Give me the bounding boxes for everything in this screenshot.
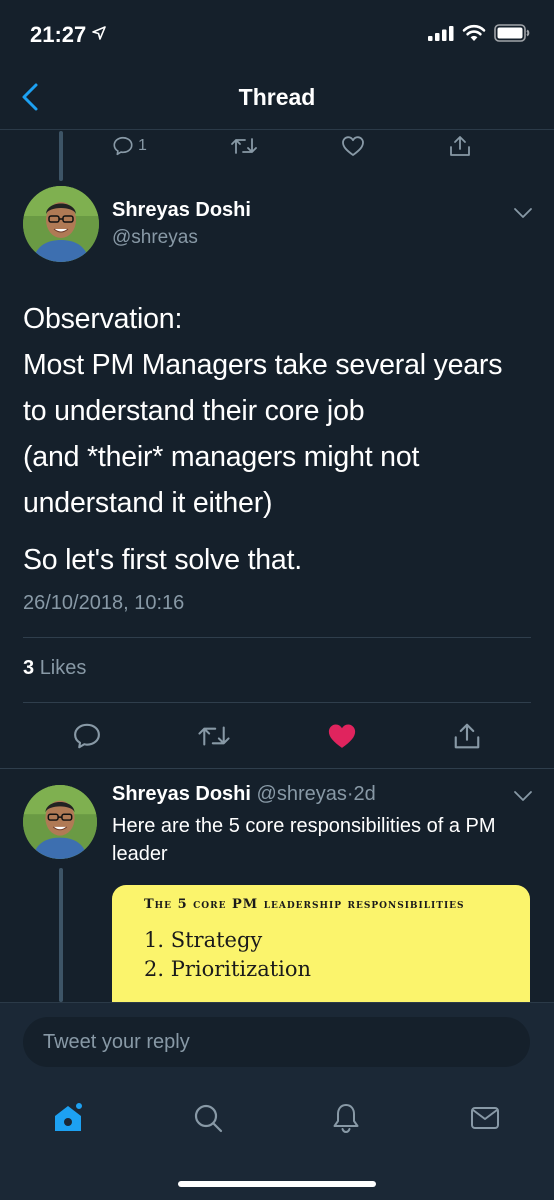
reply-author-name: Shreyas Doshi (112, 783, 251, 805)
previous-tweet-actions: 1 (112, 131, 472, 161)
reply-icon (113, 136, 133, 156)
reply-button[interactable] (72, 721, 102, 751)
messages-icon (471, 1107, 499, 1129)
likes-count[interactable]: 3 Likes (23, 657, 86, 680)
thread-connector-line (59, 868, 63, 1002)
like-button[interactable] (341, 135, 365, 157)
reply-button[interactable]: 1 (112, 135, 147, 157)
thread-connector-line (59, 131, 63, 181)
reply-count: 1 (138, 137, 147, 154)
author-handle[interactable]: @shreyas (112, 227, 198, 249)
media-title: The 5 core PM leadership responsibilitie… (144, 897, 465, 912)
reply-composer (0, 1002, 554, 1080)
tab-messages[interactable] (467, 1100, 503, 1136)
chevron-down-icon[interactable] (513, 790, 533, 802)
page-title: Thread (238, 84, 316, 110)
tab-home[interactable] (50, 1100, 86, 1136)
meta-separator: · (346, 783, 354, 805)
home-icon (55, 1101, 84, 1131)
tweet-actions (72, 718, 482, 754)
reply-input[interactable] (23, 1017, 530, 1067)
reply-time-ago: 2d (353, 783, 376, 805)
home-indicator (178, 1181, 376, 1187)
retweet-icon (198, 726, 230, 746)
notifications-icon (333, 1104, 359, 1134)
retweet-icon (231, 138, 257, 154)
likes-label: Likes (39, 657, 87, 679)
divider (0, 768, 554, 769)
reply-text: Here are the 5 core responsibilities of … (112, 815, 496, 865)
heart-outline-icon (342, 136, 364, 156)
tweet-paragraph: So let's first solve that. (23, 544, 303, 576)
avatar-image (23, 186, 99, 262)
reply-icon (74, 723, 100, 749)
search-icon (194, 1104, 223, 1133)
avatar[interactable] (23, 785, 97, 859)
tweet-line: understand it either) (23, 487, 273, 519)
status-bar: 21:27 (0, 0, 554, 66)
tweet-line: Observation: (23, 303, 183, 335)
wifi-icon (462, 24, 486, 41)
tab-notifications[interactable] (328, 1100, 364, 1136)
avatar-image (23, 785, 97, 859)
header: Thread (0, 66, 554, 130)
battery-icon (494, 24, 530, 42)
tweet-media-image[interactable]: The 5 core PM leadership responsibilitie… (112, 885, 530, 1002)
tweet-line: to understand their core job (23, 395, 365, 427)
share-button[interactable] (452, 721, 482, 751)
divider (23, 637, 531, 638)
status-time: 21:27 (30, 22, 87, 47)
tweet-timestamp: 26/10/2018, 10:16 (23, 592, 185, 614)
author-name[interactable]: Shreyas Doshi (112, 199, 251, 222)
divider (23, 702, 531, 703)
cellular-signal-icon (428, 26, 454, 41)
reply-author-handle: @shreyas (256, 783, 347, 805)
share-icon (450, 136, 470, 156)
tweet-line: (and *their* managers might not (23, 441, 420, 473)
reply-header[interactable]: Shreyas Doshi @shreyas·2d (112, 783, 376, 806)
media-list-item: 2. Prioritization (144, 957, 312, 981)
location-arrow-icon (92, 26, 106, 40)
chevron-down-icon[interactable] (513, 207, 533, 219)
like-button[interactable] (327, 722, 357, 750)
heart-filled-icon (328, 724, 355, 748)
tweet-text: Observation: Most PM Managers take sever… (23, 296, 533, 583)
retweet-button[interactable] (197, 722, 231, 750)
retweet-button[interactable] (230, 135, 258, 157)
status-icons (428, 24, 530, 42)
media-list-item: 1. Strategy (144, 928, 263, 952)
avatar[interactable] (23, 186, 99, 262)
share-button[interactable] (448, 134, 472, 158)
tab-search[interactable] (190, 1100, 226, 1136)
media-list: 1. Strategy 2. Prioritization (144, 926, 498, 984)
share-icon (454, 723, 480, 749)
tweet-line: Most PM Managers take several years (23, 349, 503, 381)
likes-number: 3 (23, 657, 35, 679)
